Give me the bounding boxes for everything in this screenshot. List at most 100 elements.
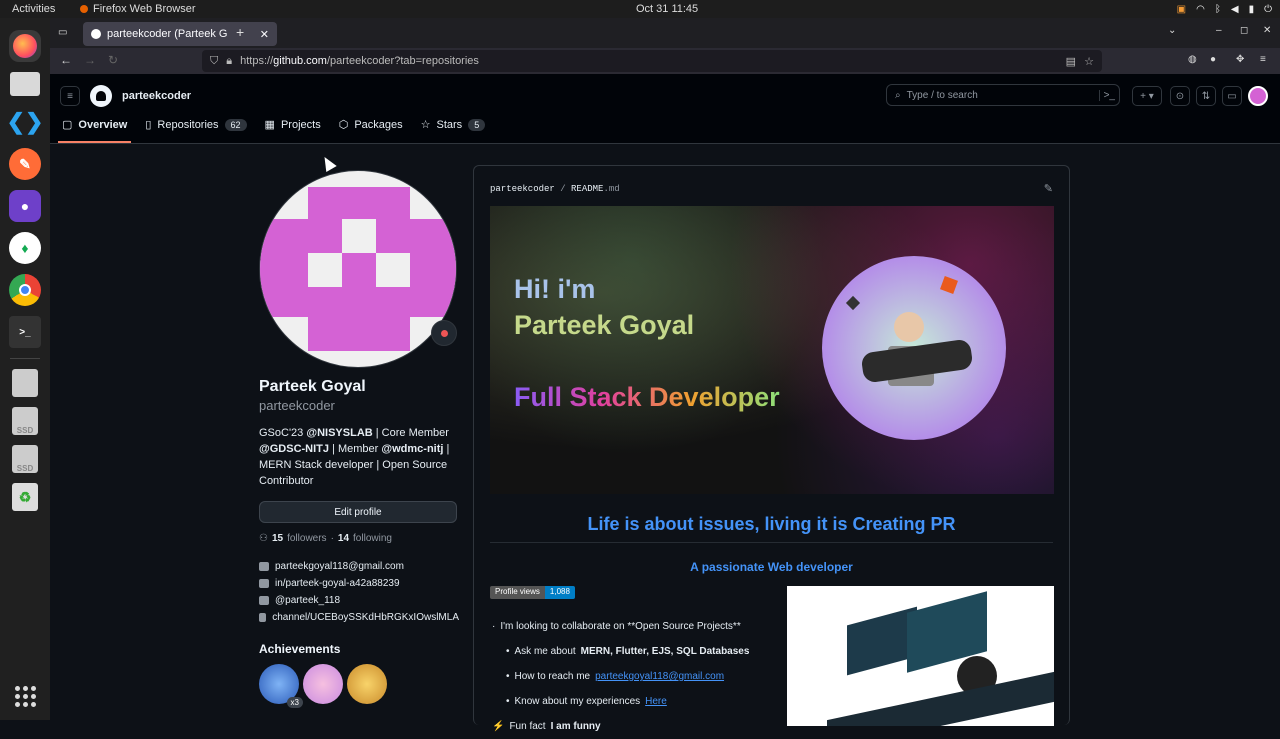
extensions-icon[interactable]: ✥ (1236, 54, 1244, 65)
edit-profile-button[interactable]: Edit profile (259, 501, 457, 523)
account-icon[interactable]: ● (1210, 54, 1216, 65)
speech-icon: • (506, 646, 510, 657)
profile-sidebar: Parteek Goyal parteekcoder GSoC'23 @NISY… (259, 170, 459, 708)
followers-link[interactable]: followers (287, 533, 326, 544)
following-count[interactable]: 14 (338, 533, 349, 544)
create-new-icon[interactable]: + ▾ (1132, 86, 1162, 106)
navigation-bar: ← → ↻ ⛉ 🔒︎ https://github.com/parteekcod… (50, 48, 1280, 74)
system-tray[interactable]: ▣ ◠ ᛒ ◀ ▮ ⏻ (1177, 4, 1272, 15)
achievements-heading[interactable]: Achievements (259, 642, 459, 656)
forward-icon[interactable]: → (84, 53, 96, 67)
ssd-icon[interactable]: SSD (12, 407, 38, 435)
email-link[interactable]: parteekgoyal118@gmail.com (275, 561, 404, 572)
trash-icon[interactable]: ♻ (12, 483, 38, 511)
developer-illustration (822, 256, 1006, 440)
reader-view-icon[interactable]: ▤ (1066, 55, 1076, 68)
volume-icon: ◀ (1230, 3, 1239, 15)
document-icon: • (506, 696, 510, 707)
youtube-link[interactable]: channel/UCEBoySSKdHbRGKxIOwslMLA (272, 612, 459, 623)
url-bar[interactable]: ⛉ 🔒︎ https://github.com/parteekcoder?tab… (202, 50, 1102, 72)
postman-icon[interactable]: ✎ (9, 148, 41, 180)
profile-avatar[interactable] (259, 170, 457, 368)
tab-packages[interactable]: ⬡ Packages (339, 118, 403, 143)
twitter-link[interactable]: @parteek_118 (275, 595, 340, 606)
show-apps-icon[interactable] (15, 686, 36, 707)
app-menu[interactable]: Firefox Web Browser (80, 3, 196, 15)
header-username[interactable]: parteekcoder (122, 90, 191, 102)
bolt-icon: ⚡ (492, 721, 505, 732)
experience-link[interactable]: Here (645, 696, 667, 707)
ssd-icon-2[interactable]: SSD (12, 445, 38, 473)
clock[interactable]: Oct 31 11:45 (636, 3, 698, 15)
followers-count[interactable]: 15 (272, 533, 283, 544)
drive-icon[interactable] (12, 369, 38, 397)
activities-button[interactable]: Activities (12, 3, 55, 15)
readme-owner-link[interactable]: parteekcoder (490, 184, 555, 194)
status-emoji-icon[interactable] (431, 320, 457, 346)
user-avatar[interactable] (1248, 86, 1268, 106)
profile-tabs: ▢ Overview ▯ Repositories 62 ▦ Projects ⬡ Pac… (57, 118, 486, 143)
os-top-bar: Activities Firefox Web Browser Oct 31 11… (0, 0, 1280, 18)
banner-greeting: Hi! i'm (514, 274, 596, 304)
org-wdmc-link[interactable]: @wdmc-nitj (381, 443, 443, 455)
bluetooth-icon: ᛒ (1214, 3, 1221, 15)
yolo-badge[interactable] (303, 664, 343, 704)
terminal-icon[interactable]: >_ (9, 316, 41, 348)
github-logo-icon[interactable] (90, 85, 112, 107)
follow-stats: ⚇ 15 followers · 14 following (259, 533, 392, 544)
tab-github-profile[interactable]: parteekcoder (Parteek G ✕ (83, 22, 277, 46)
tab-projects[interactable]: ▦ Projects (265, 118, 321, 143)
bookmark-star-icon[interactable]: ☆ (1084, 55, 1094, 68)
wifi-icon: ◠ (1196, 3, 1205, 15)
org-gdsc-link[interactable]: @GDSC-NITJ (259, 443, 329, 455)
tab-overview-icon[interactable]: ▭ (58, 27, 67, 38)
command-palette-icon[interactable]: >_ (1098, 89, 1115, 101)
email-readme-link[interactable]: parteekgoyal118@gmail.com (595, 671, 724, 682)
shield-icon[interactable]: ⛉ (210, 55, 218, 68)
banner-role: Full Stack Developer (514, 382, 780, 412)
repo-count: 62 (224, 118, 247, 131)
edit-pencil-icon[interactable]: ✎ (1044, 182, 1053, 195)
inbox-icon[interactable]: ▭ (1222, 86, 1242, 106)
book-icon: ▢ (62, 119, 73, 131)
tab-repositories[interactable]: ▯ Repositories 62 (145, 118, 247, 143)
pull-requests-icon[interactable]: ⇅ (1196, 86, 1216, 106)
search-input[interactable]: ⌕ Type / to search >_ (886, 84, 1120, 106)
url-text: https://github.com/parteekcoder?tab=repo… (240, 55, 479, 67)
tab-title: parteekcoder (Parteek G (107, 28, 228, 40)
vscode-icon[interactable]: ❮❯ (7, 106, 44, 138)
github-header: ≡ parteekcoder ⌕ Type / to search >_ + ▾… (50, 74, 1280, 144)
minimize-icon[interactable]: – (1216, 25, 1222, 36)
github-favicon-icon (91, 29, 101, 39)
menu-icon[interactable]: ≡ (1260, 54, 1266, 65)
table-icon: ▦ (264, 119, 275, 131)
github-desktop-icon[interactable]: ● (9, 190, 41, 222)
tab-stars[interactable]: ☆ Stars 5 (421, 118, 486, 143)
restore-icon[interactable]: ◻ (1240, 25, 1248, 36)
following-link[interactable]: following (353, 533, 392, 544)
back-icon[interactable]: ← (60, 53, 72, 67)
firefox-small-icon (80, 5, 88, 13)
firefox-icon[interactable] (9, 30, 41, 62)
readme-file-link[interactable]: README (571, 184, 603, 194)
pocket-icon[interactable]: ◍ (1188, 54, 1197, 65)
readme-bullets: · I'm looking to collaborate on **Open So… (492, 621, 750, 732)
new-tab-icon[interactable]: + (236, 24, 244, 40)
linkedin-link[interactable]: in/parteek-goyal-a42a88239 (275, 578, 400, 589)
chrome-icon[interactable] (9, 274, 41, 306)
list-tabs-icon[interactable]: ⌄ (1168, 25, 1176, 36)
readme-heading: Life is about issues, living it is Creat… (587, 514, 956, 534)
close-window-icon[interactable]: ✕ (1263, 25, 1271, 36)
hamburger-icon[interactable]: ≡ (60, 86, 80, 106)
lock-icon[interactable]: 🔒︎ (226, 55, 232, 68)
issues-icon[interactable]: ⊙ (1170, 86, 1190, 106)
tab-overview[interactable]: ▢ Overview (57, 118, 132, 143)
reload-icon[interactable]: ↻ (108, 53, 118, 67)
pull-shark-badge[interactable]: x3 (259, 664, 303, 708)
banner-name: Parteek Goyal (514, 310, 695, 340)
close-tab-icon[interactable]: ✕ (260, 28, 269, 41)
org-nisyslab-link[interactable]: @NISYSLAB (306, 427, 372, 439)
quickdraw-badge[interactable] (347, 664, 387, 704)
files-icon[interactable] (10, 72, 40, 96)
mongodb-compass-icon[interactable]: ♦ (9, 232, 41, 264)
